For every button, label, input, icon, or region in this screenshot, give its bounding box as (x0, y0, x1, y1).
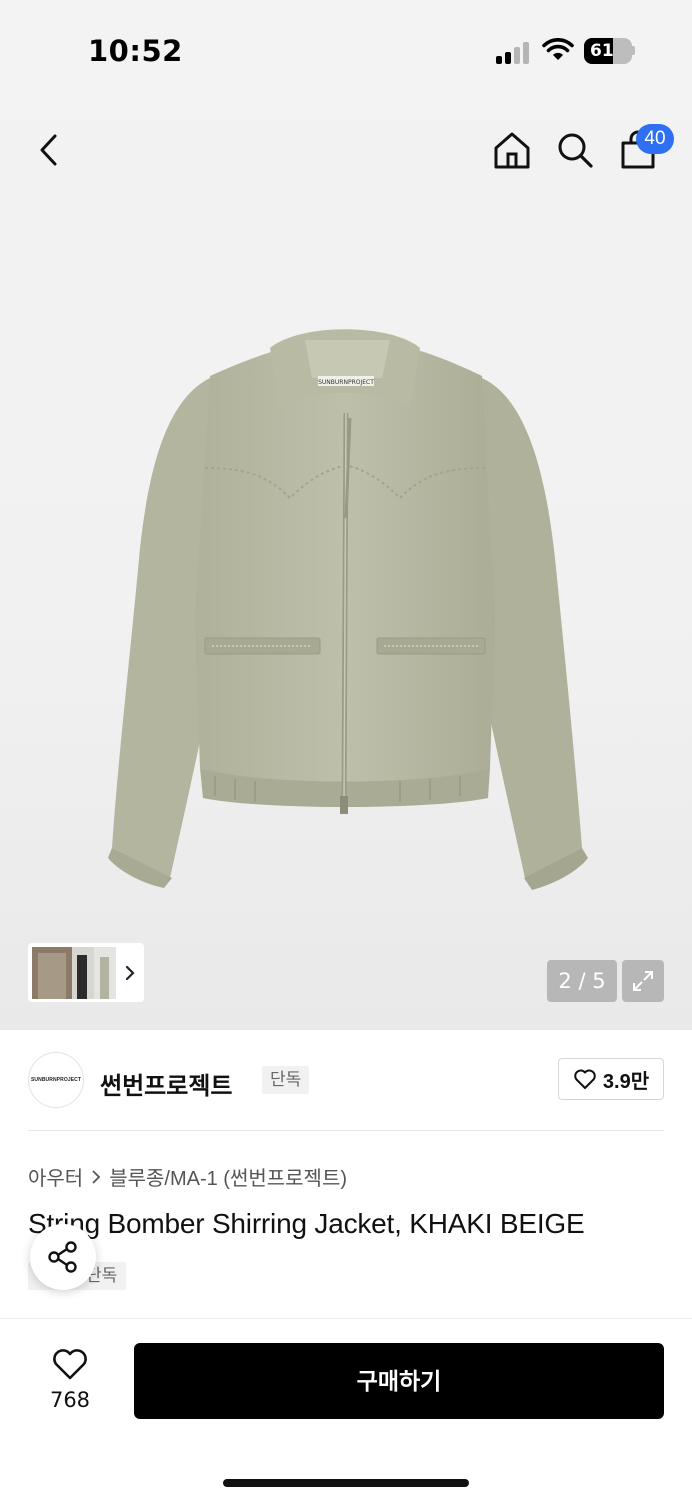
wishlist-button[interactable]: 768 (40, 1347, 100, 1412)
heart-icon (574, 1069, 596, 1089)
status-bar: 10:52 61 (0, 0, 692, 100)
fullscreen-button[interactable] (622, 960, 664, 1002)
thumbnail-strip[interactable] (28, 943, 144, 1002)
battery-icon: 61 (584, 38, 632, 64)
brand-row: SUNBURNPROJECT 썬번프로젝트 단독 3.9만 (28, 1052, 664, 1110)
product-title: String Bomber Shirring Jacket, KHAKI BEI… (28, 1208, 585, 1239)
top-navigation (0, 110, 692, 190)
share-button[interactable] (30, 1224, 96, 1290)
jacket-brand-label: SUNBURNPROJECT (318, 379, 374, 386)
expand-icon (633, 971, 653, 991)
share-icon (48, 1241, 77, 1273)
thumbnail-images[interactable] (32, 946, 116, 999)
brand-like-count: 3.9만 (602, 1070, 650, 1093)
wishlist-count: 768 (49, 1388, 91, 1412)
chevron-left-icon (40, 134, 57, 166)
image-counter: 2 / 5 (547, 960, 617, 1002)
search-icon (558, 133, 593, 168)
breadcrumb: 아우터 블루종/MA-1 (썬번프로젝트) (28, 1162, 347, 1191)
chevron-right-icon (92, 1169, 101, 1184)
brand-exclusive-tag: 단독 (262, 1066, 310, 1094)
home-icon (494, 132, 530, 169)
product-image-gallery[interactable]: 10:52 61 40 SUNBURNPROJECT 2 / 5 (0, 0, 692, 1030)
breadcrumb-subcategory[interactable]: 블루종/MA-1 (썬번프로젝트) (109, 1162, 347, 1191)
home-button[interactable] (484, 122, 540, 178)
battery-percent: 61 (590, 41, 614, 61)
battery-cap (632, 46, 635, 55)
cart-count-badge: 40 (636, 124, 674, 154)
buy-button[interactable]: 구매하기 (134, 1343, 664, 1419)
divider (28, 1130, 664, 1131)
search-button[interactable] (547, 122, 603, 178)
heart-icon (53, 1349, 87, 1380)
brand-logo[interactable]: SUNBURNPROJECT (28, 1052, 84, 1108)
product-image-jacket: SUNBURNPROJECT (108, 329, 588, 890)
brand-name[interactable]: 썬번프로젝트 (100, 1066, 232, 1101)
brand-like-button[interactable]: 3.9만 (558, 1058, 664, 1100)
chevron-right-icon (125, 965, 135, 980)
bottom-action-bar: 768 구매하기 (0, 1318, 692, 1500)
home-indicator (223, 1479, 469, 1487)
breadcrumb-category[interactable]: 아우터 (28, 1162, 83, 1191)
status-time: 10:52 (88, 34, 183, 68)
thumbnail-photo-icon (32, 946, 116, 999)
wifi-icon (542, 38, 574, 60)
back-button[interactable] (22, 122, 78, 178)
cellular-signal-icon (496, 40, 532, 64)
